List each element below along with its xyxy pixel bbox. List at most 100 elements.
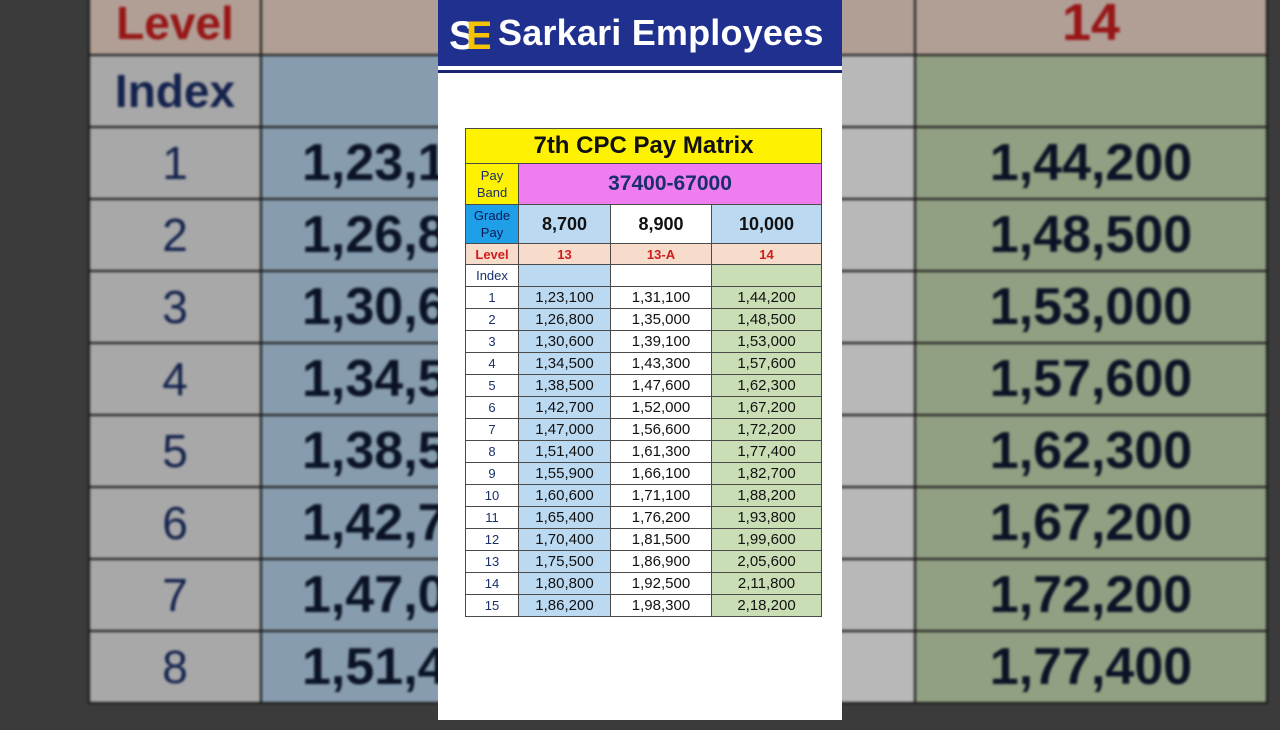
- table-row: 9 1,55,900 1,66,100 1,82,700: [465, 462, 823, 485]
- cell-index: 13: [465, 550, 519, 573]
- bg-cell-l14: 1,48,500: [914, 198, 1268, 272]
- cell-l13a: 1,56,600: [610, 418, 712, 441]
- cell-index: 14: [465, 572, 519, 595]
- bg-cell-index: 2: [88, 198, 262, 272]
- cell-index: 5: [465, 374, 519, 397]
- level-14: 14: [710, 243, 823, 265]
- brand-bar: S E Sarkari Employees: [438, 0, 842, 70]
- cell-l13: 1,47,000: [518, 418, 611, 441]
- cell-l14: 1,48,500: [710, 308, 823, 331]
- table-row: 1 1,23,100 1,31,100 1,44,200: [465, 286, 823, 309]
- cell-l14: 1,99,600: [710, 528, 823, 551]
- bg-cell-index: 6: [88, 486, 262, 560]
- cell-l13: 1,23,100: [518, 286, 611, 309]
- matrix-rows: 1 1,23,100 1,31,100 1,44,200 2 1,26,800 1,35,0…: [465, 286, 823, 617]
- bg-cell-l14: 1,77,400: [914, 630, 1268, 704]
- table-row: 2 1,26,800 1,35,000 1,48,500: [465, 308, 823, 331]
- pay-matrix-table: 7th CPC Pay Matrix Pay Band 37400-67000 …: [464, 128, 823, 617]
- grade-pay-label: Grade Pay: [465, 204, 519, 244]
- cell-l13: 1,75,500: [518, 550, 611, 573]
- cell-l14: 1,44,200: [710, 286, 823, 309]
- grade-pay-13: 8,700: [518, 204, 611, 244]
- cell-l14: 1,53,000: [710, 330, 823, 353]
- bg-cell-l14: 1,67,200: [914, 486, 1268, 560]
- table-row: 15 1,86,200 1,98,300 2,18,200: [465, 594, 823, 617]
- grade-pay-14: 10,000: [710, 204, 823, 244]
- cell-index: 4: [465, 352, 519, 375]
- cell-l13a: 1,71,100: [610, 484, 712, 507]
- table-row: 7 1,47,000 1,56,600 1,72,200: [465, 418, 823, 441]
- level-label: Level: [465, 243, 519, 265]
- cell-index: 12: [465, 528, 519, 551]
- index-label: Index: [465, 264, 519, 287]
- cell-l13a: 1,81,500: [610, 528, 712, 551]
- cell-l13a: 1,86,900: [610, 550, 712, 573]
- cell-l14: 2,18,200: [710, 594, 823, 617]
- cell-index: 6: [465, 396, 519, 419]
- cell-l14: 2,05,600: [710, 550, 823, 573]
- cell-l13a: 1,43,300: [610, 352, 712, 375]
- table-row: 13 1,75,500 1,86,900 2,05,600: [465, 550, 823, 573]
- cell-l13: 1,51,400: [518, 440, 611, 463]
- cell-l13a: 1,39,100: [610, 330, 712, 353]
- cell-l13a: 1,98,300: [610, 594, 712, 617]
- table-row: 11 1,65,400 1,76,200 1,93,800: [465, 506, 823, 529]
- matrix-title: 7th CPC Pay Matrix: [464, 128, 823, 164]
- index-head-14: [710, 264, 823, 287]
- cell-l14: 2,11,800: [710, 572, 823, 595]
- bg-cell-index: 3: [88, 270, 262, 344]
- pay-band-label: Pay Band: [465, 163, 519, 205]
- table-row: 3 1,30,600 1,39,100 1,53,000: [465, 330, 823, 353]
- center-panel: S E Sarkari Employees 7th CPC Pay Matrix…: [438, 0, 842, 720]
- index-head-13a: [610, 264, 712, 287]
- level-13a: 13-A: [610, 243, 712, 265]
- index-head-13: [518, 264, 611, 287]
- cell-l13a: 1,61,300: [610, 440, 712, 463]
- cell-index: 7: [465, 418, 519, 441]
- cell-l13: 1,42,700: [518, 396, 611, 419]
- bg-cell-l14: 1,57,600: [914, 342, 1268, 416]
- cell-l13: 1,60,600: [518, 484, 611, 507]
- bg-index-label: Index: [88, 54, 262, 128]
- cell-index: 1: [465, 286, 519, 309]
- cell-l13: 1,26,800: [518, 308, 611, 331]
- table-row: 12 1,70,400 1,81,500 1,99,600: [465, 528, 823, 551]
- level-13: 13: [518, 243, 611, 265]
- cell-l13a: 1,47,600: [610, 374, 712, 397]
- cell-l14: 1,88,200: [710, 484, 823, 507]
- cell-l14: 1,57,600: [710, 352, 823, 375]
- bg-cell-index: 8: [88, 630, 262, 704]
- bg-index-14: [914, 54, 1268, 128]
- cell-index: 3: [465, 330, 519, 353]
- cell-l13: 1,34,500: [518, 352, 611, 375]
- bg-level-label: Level: [88, 0, 262, 56]
- cell-index: 8: [465, 440, 519, 463]
- bg-cell-index: 7: [88, 558, 262, 632]
- bg-cell-index: 5: [88, 414, 262, 488]
- bg-cell-l14: 1,62,300: [914, 414, 1268, 488]
- cell-l13: 1,80,800: [518, 572, 611, 595]
- cell-l14: 1,93,800: [710, 506, 823, 529]
- cell-l13a: 1,92,500: [610, 572, 712, 595]
- bg-cell-index: 4: [88, 342, 262, 416]
- brand-logo-icon: S E: [446, 11, 493, 58]
- table-row: 14 1,80,800 1,92,500 2,11,800: [465, 572, 823, 595]
- cell-l14: 1,77,400: [710, 440, 823, 463]
- svg-text:E: E: [466, 14, 490, 55]
- cell-l14: 1,62,300: [710, 374, 823, 397]
- cell-l13: 1,65,400: [518, 506, 611, 529]
- cell-l13a: 1,52,000: [610, 396, 712, 419]
- cell-l13: 1,38,500: [518, 374, 611, 397]
- cell-l13: 1,55,900: [518, 462, 611, 485]
- cell-l14: 1,82,700: [710, 462, 823, 485]
- cell-index: 2: [465, 308, 519, 331]
- bg-level-14: 14: [914, 0, 1268, 56]
- cell-index: 10: [465, 484, 519, 507]
- table-row: 8 1,51,400 1,61,300 1,77,400: [465, 440, 823, 463]
- pay-band-value: 37400-67000: [517, 163, 823, 205]
- cell-l13a: 1,66,100: [610, 462, 712, 485]
- table-row: 5 1,38,500 1,47,600 1,62,300: [465, 374, 823, 397]
- cell-index: 9: [465, 462, 519, 485]
- cell-index: 15: [465, 594, 519, 617]
- brand-name: Sarkari Employees: [498, 12, 824, 53]
